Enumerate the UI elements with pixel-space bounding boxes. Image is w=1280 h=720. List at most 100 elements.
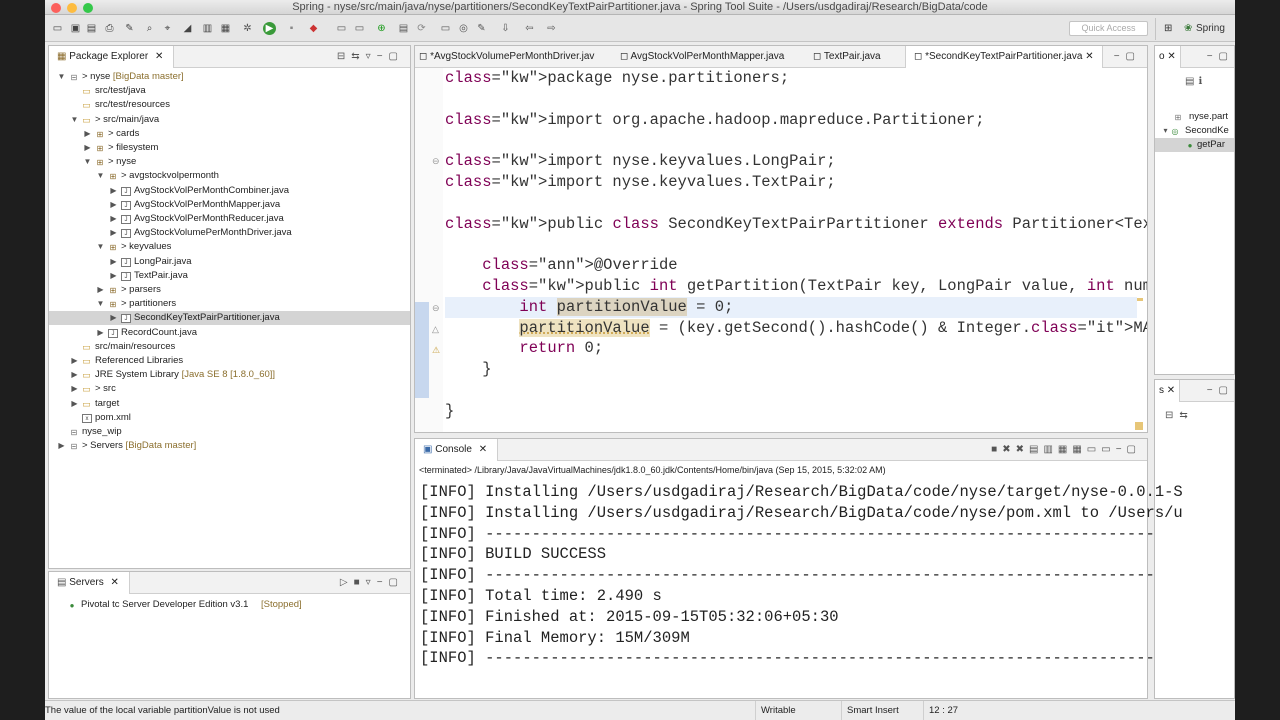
forward-icon[interactable]: ⇨: [545, 22, 558, 35]
tree-item[interactable]: ▼ ⊞ > nyse: [49, 155, 410, 169]
pin-icon[interactable]: ⌖: [161, 22, 174, 35]
close-icon[interactable]: ✕: [1167, 385, 1175, 396]
fold-imports-icon[interactable]: ⊖: [432, 156, 441, 167]
save-icon[interactable]: ▣: [69, 22, 82, 35]
tree-item[interactable]: ⊟ nyse_wip: [49, 425, 410, 439]
tree-item[interactable]: ▶ J AvgStockVolPerMonthMapper.java: [49, 198, 410, 212]
collapse-arrow-icon[interactable]: ▼: [70, 113, 79, 127]
code-line[interactable]: }: [445, 401, 1137, 422]
open-type-icon[interactable]: ▭: [335, 22, 348, 35]
expand-arrow-icon[interactable]: ▶: [109, 311, 118, 325]
new-java-class-icon[interactable]: ⊕: [375, 22, 388, 35]
clear-console-icon[interactable]: ▤: [1029, 444, 1043, 455]
close-icon[interactable]: ✕: [479, 444, 487, 455]
code-line[interactable]: }: [445, 359, 1137, 380]
close-icon[interactable]: ✕: [1085, 51, 1093, 62]
collapse-arrow-icon[interactable]: ▼: [57, 70, 66, 84]
expand-arrow-icon[interactable]: ▶: [109, 255, 118, 269]
code-editor[interactable]: class="kw">package nyse.partitioners; cl…: [445, 68, 1147, 432]
expand-arrow-icon[interactable]: ▶: [57, 439, 66, 453]
console-tab[interactable]: ▣ Console ✕: [415, 439, 499, 461]
tools-icon[interactable]: ✎: [123, 22, 136, 35]
expand-arrow-icon[interactable]: ▶: [70, 382, 79, 396]
perspective-switcher[interactable]: ⊞ ❀ Spring: [1155, 18, 1235, 40]
expand-arrow-icon[interactable]: ▶: [70, 397, 79, 411]
code-line[interactable]: class="kw">public int getPartition(TextP…: [445, 276, 1147, 297]
code-line[interactable]: class="kw">package nyse.partitioners;: [445, 68, 1137, 89]
view-menu-icon[interactable]: ▿: [366, 51, 377, 62]
expand-arrow-icon[interactable]: ▶: [109, 226, 118, 240]
expand-arrow-icon[interactable]: ▶: [70, 354, 79, 368]
sync-icon[interactable]: ⟳: [415, 22, 428, 35]
word-wrap-icon[interactable]: ▦: [1058, 444, 1072, 455]
sort-icon[interactable]: ▤: [1185, 76, 1198, 87]
server-row[interactable]: ● Pivotal tc Server Developer Edition v3…: [49, 598, 410, 612]
spring-icon[interactable]: ◎: [457, 22, 470, 35]
hide-fields-icon[interactable]: ℹ: [1198, 76, 1206, 87]
maximize-icon[interactable]: ▢: [389, 577, 404, 588]
tree-item[interactable]: ▼ ⊟ > nyse [BigData master]: [49, 70, 410, 84]
debug-icon[interactable]: ✲: [241, 22, 254, 35]
tree-item[interactable]: ▶ J AvgStockVolPerMonthCombiner.java: [49, 184, 410, 198]
maximize-icon[interactable]: ▢: [1127, 444, 1141, 455]
code-line[interactable]: [445, 380, 1137, 401]
code-line[interactable]: class="ann">@Override: [445, 255, 1137, 276]
tree-item[interactable]: ▭ src/test/java: [49, 84, 410, 98]
expand-arrow-icon[interactable]: ▶: [96, 326, 105, 340]
code-line[interactable]: [445, 89, 1137, 110]
collapse-icon[interactable]: ⊟: [1165, 410, 1179, 421]
minimize-icon[interactable]: −: [377, 577, 389, 588]
fold-method-icon[interactable]: ⊖: [432, 303, 441, 314]
tree-item[interactable]: ▭ src/test/resources: [49, 98, 410, 112]
minimize-icon[interactable]: −: [1207, 51, 1219, 62]
tree-item[interactable]: ▶ J TextPair.java: [49, 269, 410, 283]
link-icon[interactable]: ⇆: [1179, 410, 1193, 421]
minimize-icon[interactable]: −: [377, 51, 389, 62]
search-icon[interactable]: ⌕: [143, 22, 156, 35]
tree-item[interactable]: ▼ ⊞ > partitioners: [49, 297, 410, 311]
code-line[interactable]: class="kw">import nyse.keyvalues.LongPai…: [445, 151, 1137, 172]
external-tools-icon[interactable]: ◆: [307, 22, 320, 35]
tree-item[interactable]: ▶ ⊞ > parsers: [49, 283, 410, 297]
tab-avgstockvolumepermonthdriver[interactable]: ◻ *AvgStockVolumePerMonthDriver.jav: [419, 46, 594, 68]
mark-icon[interactable]: ◢: [181, 22, 194, 35]
print-icon[interactable]: ⎙: [103, 22, 116, 35]
open-console-icon[interactable]: ▭: [1101, 444, 1115, 455]
servers-tab[interactable]: ▤ Servers ✕: [49, 572, 130, 594]
maximize-icon[interactable]: ▢: [1219, 385, 1234, 396]
tree-item[interactable]: ▶ ▭ > src: [49, 382, 410, 396]
open-folder-icon[interactable]: ▭: [439, 22, 452, 35]
close-icon[interactable]: ✕: [1167, 51, 1175, 62]
collapse-arrow-icon[interactable]: ▼: [83, 155, 92, 169]
collapse-all-icon[interactable]: ⊟: [337, 51, 351, 62]
code-line[interactable]: [445, 130, 1137, 151]
side-view-tab[interactable]: s ✕: [1155, 380, 1181, 402]
maximize-icon[interactable]: ▢: [1219, 51, 1234, 62]
maximize-icon[interactable]: ▢: [389, 51, 404, 62]
expand-arrow-icon[interactable]: ▶: [96, 283, 105, 297]
tree-item[interactable]: ▶ ⊞ > cards: [49, 127, 410, 141]
minimize-icon[interactable]: −: [1207, 385, 1219, 396]
back-icon[interactable]: ⇦: [523, 22, 536, 35]
layout-icon[interactable]: ▦: [219, 22, 232, 35]
expand-arrow-icon[interactable]: ▶: [83, 141, 92, 155]
close-icon[interactable]: ✕: [110, 577, 118, 588]
zoom-window-button[interactable]: [83, 3, 93, 13]
code-line[interactable]: partitionValue = (key.getSecond().hashCo…: [445, 318, 1147, 339]
tree-item[interactable]: ▶ ▭ JRE System Library [Java SE 8 [1.8.0_6…: [49, 368, 410, 382]
tree-item[interactable]: ▼ ▭ > src/main/java: [49, 113, 410, 127]
minimize-icon[interactable]: −: [1114, 51, 1126, 62]
code-line[interactable]: [445, 234, 1137, 255]
stop-icon[interactable]: ▪: [285, 22, 298, 35]
expand-arrow-icon[interactable]: ▶: [70, 368, 79, 382]
annotation-icon[interactable]: ✎: [475, 22, 488, 35]
open-perspective-icon[interactable]: ⊞: [1164, 18, 1172, 40]
code-line[interactable]: class="kw">import nyse.keyvalues.TextPai…: [445, 172, 1137, 193]
remove-all-icon[interactable]: ✖: [1016, 444, 1029, 455]
collapse-arrow-icon[interactable]: ▼: [96, 169, 105, 183]
code-line[interactable]: [445, 193, 1137, 214]
expand-arrow-icon[interactable]: ▶: [109, 212, 118, 226]
next-annotation-icon[interactable]: ⇩: [499, 22, 512, 35]
link-editor-icon[interactable]: ⇆: [351, 51, 365, 62]
toggle-icon[interactable]: ▥: [201, 22, 214, 35]
